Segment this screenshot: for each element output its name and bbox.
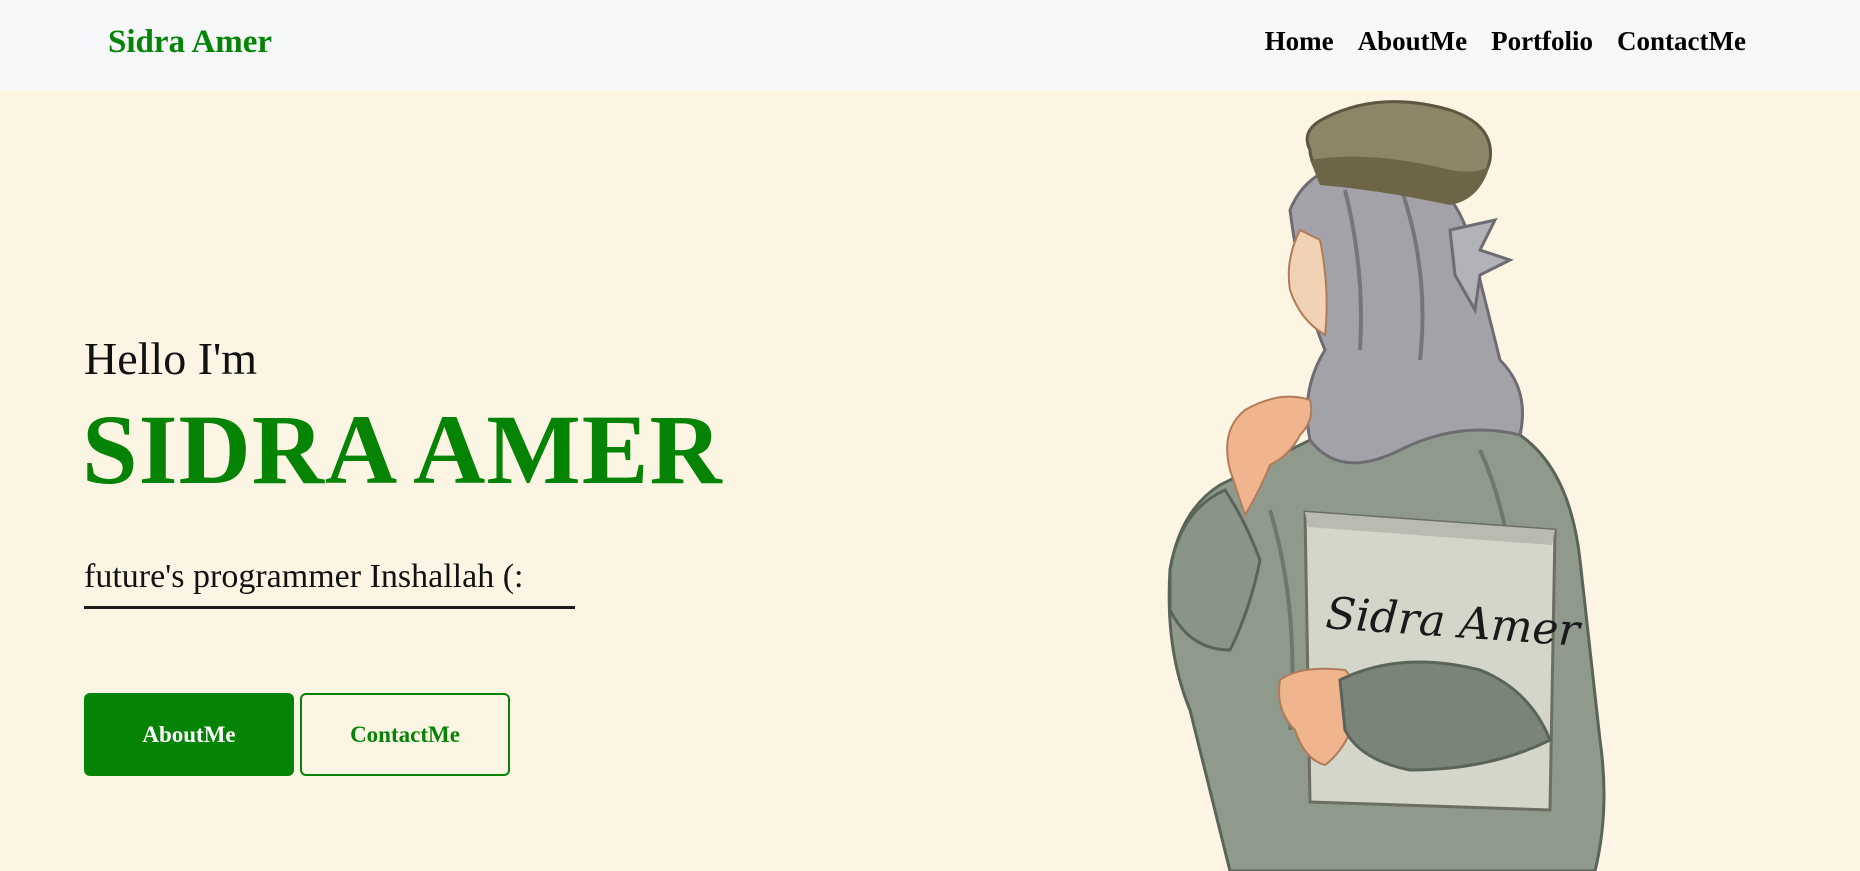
hero-greeting: Hello I'm	[84, 333, 258, 384]
hero-name: SIDRA AMER	[82, 394, 723, 505]
about-me-button[interactable]: AboutMe	[84, 693, 294, 776]
nav-link-contactme[interactable]: ContactMe	[1617, 26, 1746, 57]
girl-with-book-illustration: Sidra Amer	[1167, 100, 1606, 871]
navbar: Sidra Amer Home AboutMe Portfolio Contac…	[0, 0, 1860, 90]
nav-link-home[interactable]: Home	[1265, 26, 1334, 57]
hero-section: Hello I'm SIDRA AMER future's programmer…	[0, 90, 1860, 871]
brand-logo[interactable]: Sidra Amer	[108, 24, 272, 61]
hero-tagline: future's programmer Inshallah (:	[84, 558, 575, 609]
contact-me-button[interactable]: ContactMe	[300, 693, 510, 776]
nav-link-aboutme[interactable]: AboutMe	[1358, 26, 1468, 57]
nav-link-portfolio[interactable]: Portfolio	[1491, 26, 1593, 57]
nav-links: Home AboutMe Portfolio ContactMe	[1265, 26, 1746, 57]
